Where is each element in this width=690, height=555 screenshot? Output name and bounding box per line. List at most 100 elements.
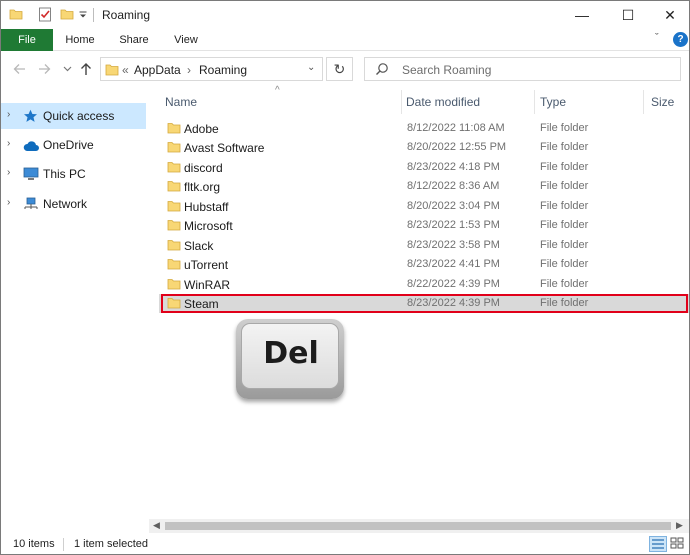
back-arrow-icon[interactable] bbox=[13, 63, 26, 75]
column-header-size[interactable]: Size bbox=[651, 90, 674, 114]
file-type: File folder bbox=[540, 122, 589, 134]
table-row[interactable]: WinRAR 8/22/2022 4:39 PM File folder bbox=[159, 275, 689, 294]
cloud-icon bbox=[23, 141, 39, 151]
nav-label: This PC bbox=[43, 167, 86, 181]
file-date: 8/23/2022 1:53 PM bbox=[407, 219, 500, 231]
status-bar: 10 items 1 item selected bbox=[1, 534, 689, 554]
file-type: File folder bbox=[540, 219, 589, 231]
file-type: File folder bbox=[540, 297, 589, 309]
details-view-button[interactable] bbox=[649, 536, 667, 552]
search-icon bbox=[376, 63, 388, 75]
file-date: 8/23/2022 4:18 PM bbox=[407, 161, 500, 173]
address-bar[interactable]: « AppData › Roaming ⌄ bbox=[100, 57, 323, 81]
file-name: discord bbox=[184, 161, 223, 175]
column-header-date[interactable]: Date modified bbox=[406, 90, 480, 114]
navigation-pane: › Quick access › OneDrive › This PC › Ne… bbox=[1, 86, 149, 533]
nav-item-this-pc[interactable]: › This PC bbox=[1, 161, 146, 187]
nav-item-onedrive[interactable]: › OneDrive bbox=[1, 132, 146, 158]
table-row-selected[interactable]: Steam 8/23/2022 4:39 PM File folder bbox=[159, 294, 689, 313]
large-icons-view-icon bbox=[670, 537, 684, 549]
scroll-left-icon[interactable]: ◀ bbox=[153, 520, 160, 531]
file-name: Hubstaff bbox=[184, 200, 229, 214]
large-icons-view-button[interactable] bbox=[669, 536, 687, 552]
column-divider[interactable] bbox=[643, 90, 644, 114]
expand-chevron-icon[interactable]: › bbox=[7, 109, 10, 120]
file-list: ^ Name Date modified Type Size Adobe 8/1… bbox=[149, 85, 689, 519]
address-dropdown-icon[interactable]: ⌄ bbox=[307, 62, 315, 73]
delete-key-graphic: Del bbox=[236, 319, 344, 399]
forward-arrow-icon[interactable] bbox=[38, 63, 51, 75]
file-explorer-window: Roaming — ☐ ✕ File Home Share View ˇ ? « bbox=[0, 0, 690, 555]
properties-icon[interactable] bbox=[38, 7, 52, 22]
address-overflow[interactable]: « bbox=[122, 63, 129, 77]
file-name: WinRAR bbox=[184, 278, 231, 292]
item-count: 10 items bbox=[13, 538, 55, 550]
search-box[interactable]: Search Roaming bbox=[364, 57, 681, 81]
close-button[interactable]: ✕ bbox=[647, 1, 689, 29]
maximize-icon: ☐ bbox=[621, 6, 635, 23]
expand-chevron-icon[interactable]: › bbox=[7, 167, 10, 178]
status-separator bbox=[63, 538, 64, 551]
new-folder-icon[interactable] bbox=[60, 7, 74, 21]
folder-icon bbox=[167, 162, 181, 173]
nav-item-network[interactable]: › Network bbox=[1, 191, 146, 217]
address-folder-icon bbox=[105, 64, 119, 76]
table-row[interactable]: Adobe 8/12/2022 11:08 AM File folder bbox=[159, 119, 689, 138]
window-title: Roaming bbox=[102, 8, 151, 22]
file-date: 8/12/2022 8:36 AM bbox=[407, 180, 500, 192]
nav-label: Network bbox=[43, 197, 88, 211]
breadcrumb-roaming[interactable]: Roaming bbox=[199, 63, 247, 77]
folder-icon bbox=[167, 298, 181, 309]
column-header-name[interactable]: Name bbox=[165, 90, 197, 114]
column-divider[interactable] bbox=[401, 90, 402, 114]
table-row[interactable]: fltk.org 8/12/2022 8:36 AM File folder bbox=[159, 177, 689, 196]
minimize-button[interactable]: — bbox=[559, 1, 605, 29]
search-placeholder[interactable]: Search Roaming bbox=[402, 63, 491, 77]
file-date: 8/20/2022 3:04 PM bbox=[407, 200, 500, 212]
table-row[interactable]: Microsoft 8/23/2022 1:53 PM File folder bbox=[159, 216, 689, 235]
nav-item-quick-access[interactable]: › Quick access bbox=[1, 103, 146, 129]
file-name: fltk.org bbox=[184, 180, 221, 194]
star-icon bbox=[24, 109, 37, 122]
expand-chevron-icon[interactable]: › bbox=[7, 138, 10, 149]
expand-ribbon-icon[interactable]: ˇ bbox=[655, 32, 659, 44]
table-row[interactable]: uTorrent 8/23/2022 4:41 PM File folder bbox=[159, 255, 689, 274]
table-row[interactable]: discord 8/23/2022 4:18 PM File folder bbox=[159, 158, 689, 177]
table-row[interactable]: Avast Software 8/20/2022 12:55 PM File f… bbox=[159, 138, 689, 157]
file-type: File folder bbox=[540, 278, 589, 290]
folder-icon bbox=[167, 142, 181, 153]
file-type: File folder bbox=[540, 200, 589, 212]
title-separator bbox=[93, 8, 94, 22]
folder-icon bbox=[167, 259, 181, 270]
breadcrumb-separator[interactable]: › bbox=[187, 63, 191, 77]
file-date: 8/23/2022 3:58 PM bbox=[407, 239, 500, 251]
file-type: File folder bbox=[540, 161, 589, 173]
table-row[interactable]: Hubstaff 8/20/2022 3:04 PM File folder bbox=[159, 197, 689, 216]
tab-home[interactable]: Home bbox=[59, 29, 101, 51]
tab-view[interactable]: View bbox=[166, 29, 206, 51]
folder-icon bbox=[9, 9, 23, 20]
customize-toolbar-icon[interactable] bbox=[79, 11, 87, 19]
file-name: Avast Software bbox=[184, 141, 265, 155]
folder-icon bbox=[167, 201, 181, 212]
horizontal-scrollbar[interactable]: ◀ ▶ bbox=[149, 519, 689, 533]
help-button[interactable]: ? bbox=[673, 32, 688, 47]
tab-share[interactable]: Share bbox=[113, 29, 155, 51]
column-header-type[interactable]: Type bbox=[540, 90, 566, 114]
network-icon bbox=[24, 197, 38, 209]
scroll-right-icon[interactable]: ▶ bbox=[676, 520, 683, 531]
refresh-button[interactable]: ↻ bbox=[326, 57, 353, 81]
column-divider[interactable] bbox=[534, 90, 535, 114]
selection-count: 1 item selected bbox=[74, 538, 148, 550]
recent-locations-icon[interactable] bbox=[63, 66, 72, 72]
maximize-button[interactable]: ☐ bbox=[605, 1, 651, 29]
breadcrumb-appdata[interactable]: AppData bbox=[134, 63, 181, 77]
file-date: 8/22/2022 4:39 PM bbox=[407, 278, 500, 290]
folder-icon bbox=[167, 123, 181, 134]
expand-chevron-icon[interactable]: › bbox=[7, 197, 10, 208]
up-arrow-icon[interactable] bbox=[80, 62, 92, 76]
scrollbar-thumb[interactable] bbox=[165, 522, 671, 530]
tab-file[interactable]: File bbox=[1, 29, 53, 51]
file-name: Adobe bbox=[184, 122, 219, 136]
table-row[interactable]: Slack 8/23/2022 3:58 PM File folder bbox=[159, 236, 689, 255]
